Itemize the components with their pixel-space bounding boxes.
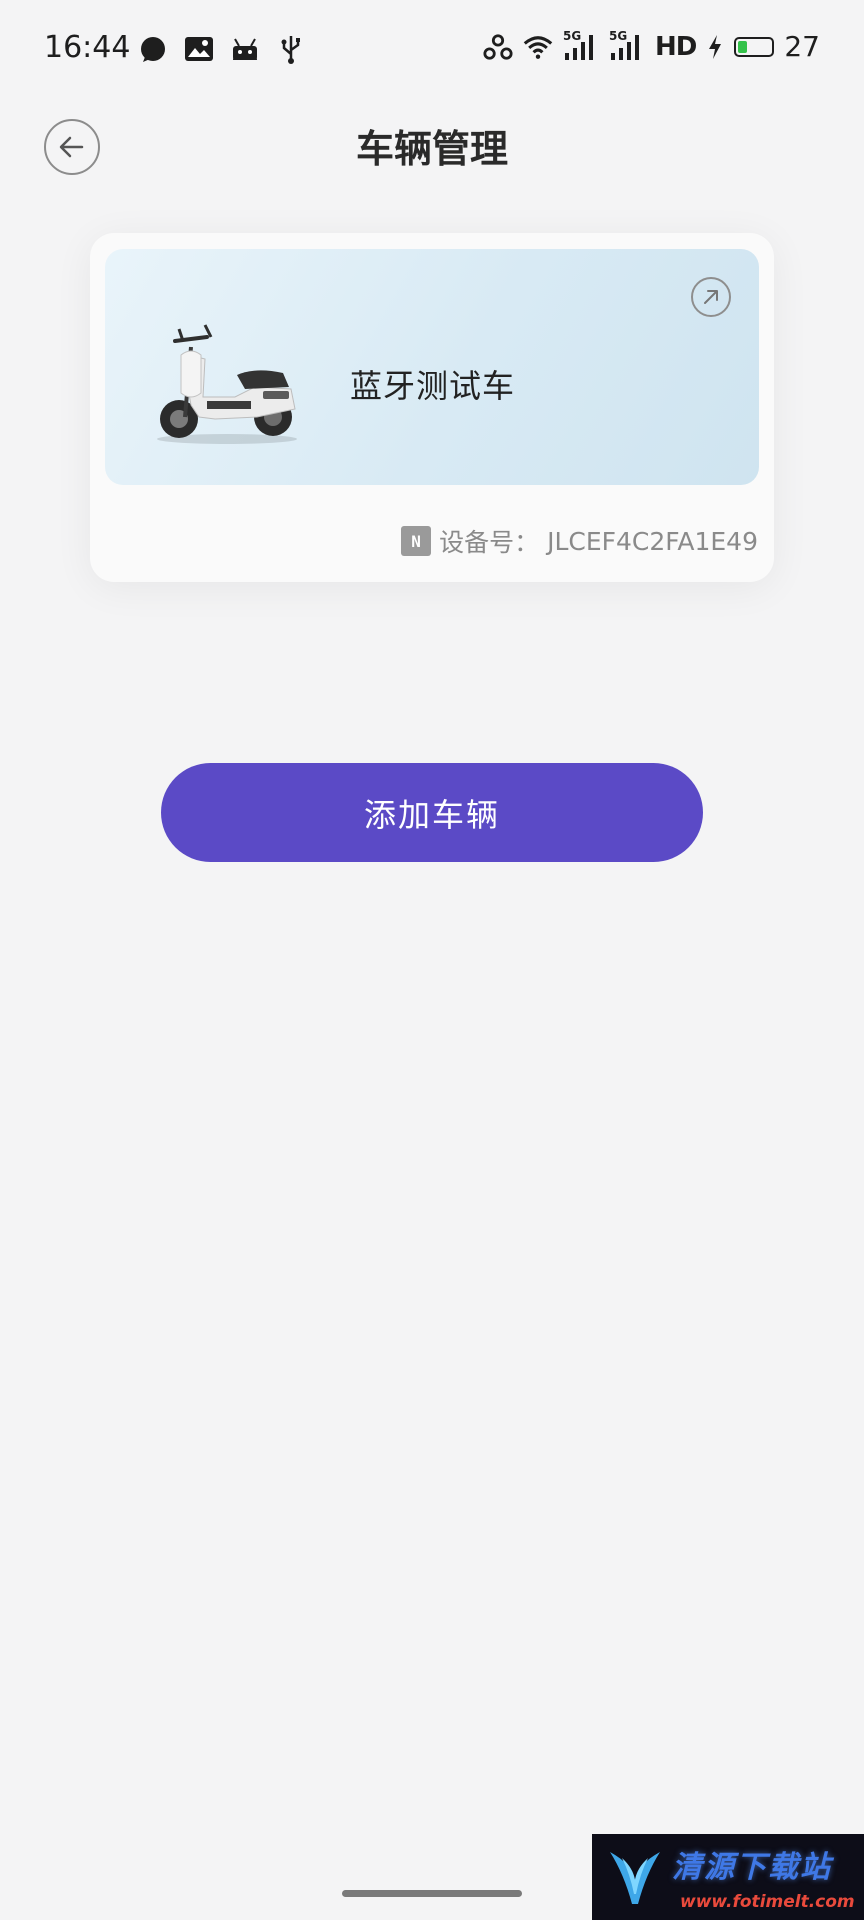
nfc-icon: N xyxy=(401,526,432,556)
status-left-icons xyxy=(138,34,306,64)
status-time: 16:44 xyxy=(44,30,131,65)
hotspot-icon xyxy=(483,32,513,62)
watermark-url: www.fotimelt.com xyxy=(680,1892,855,1912)
battery-icon xyxy=(734,36,775,57)
watermark-logo-icon xyxy=(610,1852,660,1904)
device-id-label: 设备号： xyxy=(439,528,540,557)
usb-icon xyxy=(276,34,306,64)
device-id-row: N 设备号： JLCEF4C2FA1E49 xyxy=(401,523,758,559)
gallery-icon xyxy=(184,34,214,64)
chat-bubble-icon xyxy=(138,34,168,64)
add-vehicle-button[interactable]: 添加车辆 xyxy=(161,763,703,862)
hd-voice-label: HD xyxy=(655,31,697,62)
arrow-up-right-icon[interactable] xyxy=(691,277,731,317)
battery-fill xyxy=(738,40,748,53)
status-bar: 16:44 5G 5G HD 27 xyxy=(0,0,864,100)
signal-5g-icon: 5G xyxy=(563,30,599,62)
battery-percent: 27 xyxy=(784,30,820,63)
page-title: 车辆管理 xyxy=(355,127,508,171)
vehicle-banner[interactable]: 蓝牙测试车 xyxy=(105,249,759,485)
charging-icon xyxy=(706,32,724,62)
wifi-icon xyxy=(523,32,553,62)
vehicle-name: 蓝牙测试车 xyxy=(350,367,516,405)
android-icon xyxy=(230,34,260,64)
scooter-image xyxy=(157,324,297,444)
status-right-icons: 5G 5G HD 27 xyxy=(483,30,820,63)
home-indicator[interactable] xyxy=(342,1890,522,1897)
watermark-title: 清源下载站 xyxy=(672,1850,832,1885)
device-id-value: JLCEF4C2FA1E49 xyxy=(547,526,758,556)
vehicle-card[interactable]: 蓝牙测试车 N 设备号： JLCEF4C2FA1E49 xyxy=(90,233,774,582)
watermark: 清源下载站 www.fotimelt.com xyxy=(592,1834,864,1920)
signal-5g-icon: 5G xyxy=(609,30,645,62)
